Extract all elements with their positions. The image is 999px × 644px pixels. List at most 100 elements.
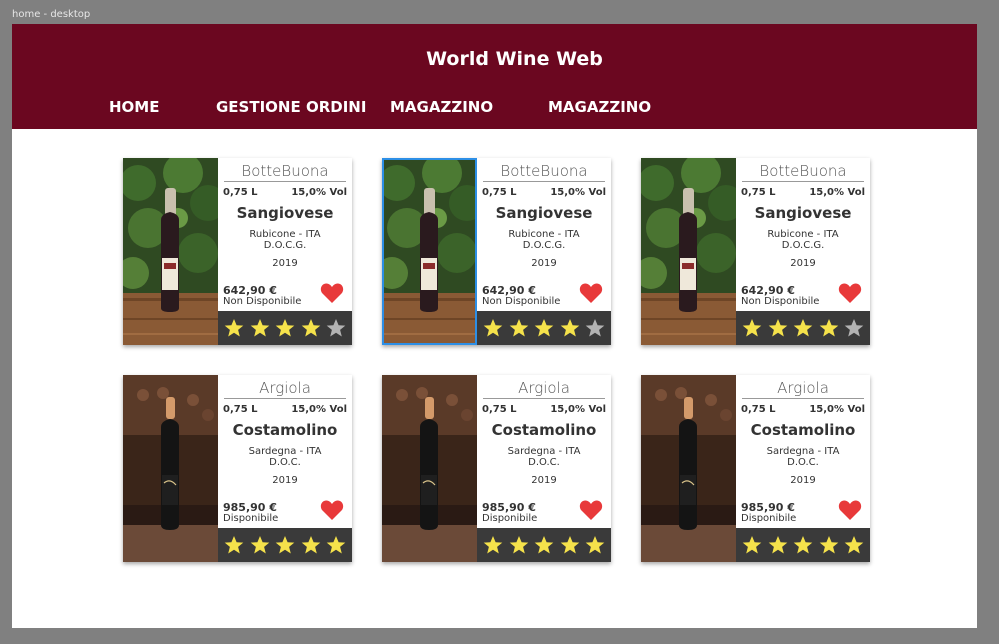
star-filled-icon[interactable] bbox=[301, 318, 321, 338]
product-availability: Non Disponibile bbox=[741, 296, 820, 307]
product-photo[interactable] bbox=[641, 158, 736, 345]
product-card-1[interactable]: BotteBuona 0,75 L 15,0% Vol Sangiovese R… bbox=[123, 158, 352, 345]
star-filled-icon[interactable] bbox=[819, 318, 839, 338]
product-alcohol: 15,0% Vol bbox=[291, 187, 347, 198]
product-vintage: 2019 bbox=[790, 475, 816, 486]
product-volume: 0,75 L bbox=[741, 187, 776, 198]
product-photo[interactable] bbox=[123, 375, 218, 562]
product-volume: 0,75 L bbox=[482, 404, 517, 415]
star-filled-icon[interactable] bbox=[301, 535, 321, 555]
product-alcohol: 15,0% Vol bbox=[291, 404, 347, 415]
star-filled-icon[interactable] bbox=[560, 535, 580, 555]
product-volume: 0,75 L bbox=[223, 187, 258, 198]
product-volume: 0,75 L bbox=[482, 187, 517, 198]
star-filled-icon[interactable] bbox=[534, 535, 554, 555]
star-filled-icon[interactable] bbox=[250, 535, 270, 555]
star-filled-icon[interactable] bbox=[534, 318, 554, 338]
product-availability: Disponibile bbox=[482, 513, 538, 524]
product-denomination: D.O.C.G. bbox=[781, 240, 825, 251]
heart-icon[interactable] bbox=[320, 282, 344, 304]
product-photo[interactable] bbox=[641, 375, 736, 562]
star-filled-icon[interactable] bbox=[483, 535, 503, 555]
product-brand: Argiola bbox=[483, 379, 605, 399]
star-filled-icon[interactable] bbox=[793, 535, 813, 555]
nav-gestione-ordini[interactable]: GESTIONE ORDINI bbox=[216, 98, 366, 116]
product-denomination: D.O.C. bbox=[787, 457, 819, 468]
rating-bar bbox=[218, 311, 352, 345]
star-filled-icon[interactable] bbox=[768, 318, 788, 338]
product-vintage: 2019 bbox=[531, 475, 557, 486]
star-filled-icon[interactable] bbox=[250, 318, 270, 338]
product-brand: BotteBuona bbox=[224, 162, 346, 182]
product-info: BotteBuona 0,75 L 15,0% Vol Sangiovese R… bbox=[477, 158, 611, 345]
star-empty-icon[interactable] bbox=[844, 318, 864, 338]
star-filled-icon[interactable] bbox=[275, 318, 295, 338]
product-card-2[interactable]: BotteBuona 0,75 L 15,0% Vol Sangiovese R… bbox=[382, 158, 611, 345]
nav-magazzino-2[interactable]: MAGAZZINO bbox=[548, 98, 651, 116]
rating-bar bbox=[736, 528, 870, 562]
star-filled-icon[interactable] bbox=[793, 318, 813, 338]
star-filled-icon[interactable] bbox=[768, 535, 788, 555]
product-name: Sangiovese bbox=[495, 204, 593, 222]
product-availability: Disponibile bbox=[741, 513, 797, 524]
product-alcohol: 15,0% Vol bbox=[809, 187, 865, 198]
star-filled-icon[interactable] bbox=[224, 535, 244, 555]
star-filled-icon[interactable] bbox=[509, 535, 529, 555]
nav-home[interactable]: HOME bbox=[109, 98, 159, 116]
star-filled-icon[interactable] bbox=[275, 535, 295, 555]
product-alcohol: 15,0% Vol bbox=[550, 404, 606, 415]
rating-bar bbox=[477, 311, 611, 345]
star-filled-icon[interactable] bbox=[819, 535, 839, 555]
product-brand: BotteBuona bbox=[742, 162, 864, 182]
heart-icon[interactable] bbox=[838, 282, 862, 304]
star-filled-icon[interactable] bbox=[483, 318, 503, 338]
rating-bar bbox=[736, 311, 870, 345]
star-filled-icon[interactable] bbox=[742, 318, 762, 338]
star-filled-icon[interactable] bbox=[326, 535, 346, 555]
product-card-4[interactable]: Argiola 0,75 L 15,0% Vol Costamolino Sar… bbox=[123, 375, 352, 562]
product-vintage: 2019 bbox=[272, 258, 298, 269]
product-info: BotteBuona 0,75 L 15,0% Vol Sangiovese R… bbox=[218, 158, 352, 345]
product-availability: Disponibile bbox=[223, 513, 279, 524]
product-volume: 0,75 L bbox=[223, 404, 258, 415]
product-name: Sangiovese bbox=[754, 204, 852, 222]
product-origin: Sardegna - ITA bbox=[507, 446, 581, 457]
product-brand: BotteBuona bbox=[483, 162, 605, 182]
nav-magazzino-1[interactable]: MAGAZZINO bbox=[390, 98, 493, 116]
product-card-6[interactable]: Argiola 0,75 L 15,0% Vol Costamolino Sar… bbox=[641, 375, 870, 562]
heart-icon[interactable] bbox=[579, 499, 603, 521]
heart-icon[interactable] bbox=[320, 499, 344, 521]
product-denomination: D.O.C.G. bbox=[263, 240, 307, 251]
product-denomination: D.O.C.G. bbox=[522, 240, 566, 251]
product-origin: Rubicone - ITA bbox=[249, 229, 321, 240]
product-info: BotteBuona 0,75 L 15,0% Vol Sangiovese R… bbox=[736, 158, 870, 345]
product-info: Argiola 0,75 L 15,0% Vol Costamolino Sar… bbox=[218, 375, 352, 562]
product-info: Argiola 0,75 L 15,0% Vol Costamolino Sar… bbox=[736, 375, 870, 562]
star-empty-icon[interactable] bbox=[585, 318, 605, 338]
star-filled-icon[interactable] bbox=[560, 318, 580, 338]
product-availability: Non Disponibile bbox=[482, 296, 561, 307]
star-empty-icon[interactable] bbox=[326, 318, 346, 338]
star-filled-icon[interactable] bbox=[585, 535, 605, 555]
rating-bar bbox=[477, 528, 611, 562]
star-filled-icon[interactable] bbox=[509, 318, 529, 338]
product-photo[interactable] bbox=[123, 158, 218, 345]
heart-icon[interactable] bbox=[579, 282, 603, 304]
site-header: World Wine Web HOME GESTIONE ORDINI MAGA… bbox=[12, 24, 977, 129]
product-brand: Argiola bbox=[742, 379, 864, 399]
product-name: Costamolino bbox=[750, 421, 856, 439]
heart-icon[interactable] bbox=[838, 499, 862, 521]
product-photo[interactable] bbox=[382, 375, 477, 562]
product-volume: 0,75 L bbox=[741, 404, 776, 415]
product-photo[interactable] bbox=[382, 158, 477, 345]
product-denomination: D.O.C. bbox=[269, 457, 301, 468]
product-denomination: D.O.C. bbox=[528, 457, 560, 468]
star-filled-icon[interactable] bbox=[742, 535, 762, 555]
star-filled-icon[interactable] bbox=[224, 318, 244, 338]
product-card-3[interactable]: BotteBuona 0,75 L 15,0% Vol Sangiovese R… bbox=[641, 158, 870, 345]
star-filled-icon[interactable] bbox=[844, 535, 864, 555]
rating-bar bbox=[218, 528, 352, 562]
page-canvas: World Wine Web HOME GESTIONE ORDINI MAGA… bbox=[12, 24, 977, 628]
product-name: Costamolino bbox=[491, 421, 597, 439]
product-card-5[interactable]: Argiola 0,75 L 15,0% Vol Costamolino Sar… bbox=[382, 375, 611, 562]
